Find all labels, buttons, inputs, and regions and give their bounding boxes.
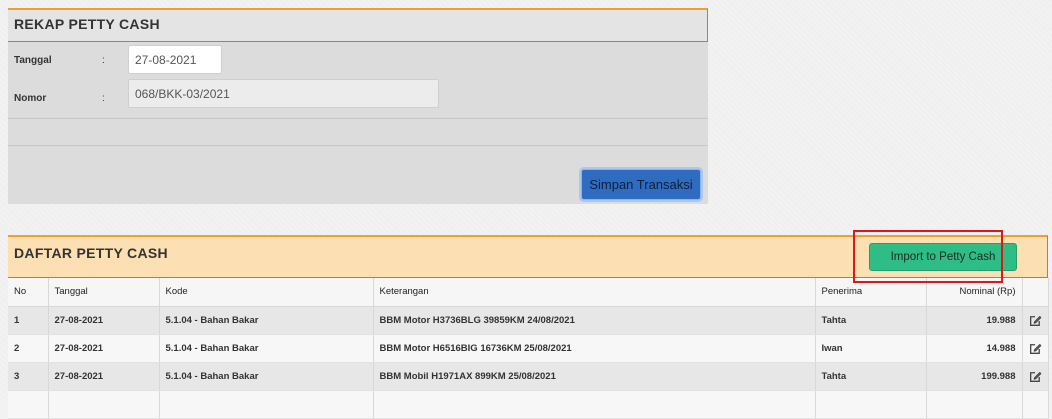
nomor-row: Nomor : xyxy=(8,79,708,117)
rekap-title: REKAP PETTY CASH xyxy=(14,16,160,32)
table-header-row: No Tanggal Kode Keterangan Penerima Nomi… xyxy=(8,278,1049,307)
nomor-input[interactable] xyxy=(128,79,439,108)
table-row: 3 27-08-2021 5.1.04 - Bahan Bakar BBM Mo… xyxy=(8,362,1049,391)
cell-no: 2 xyxy=(8,334,49,363)
divider xyxy=(8,118,708,119)
cell-penerima: Iwan xyxy=(815,334,927,363)
cell-no: 3 xyxy=(8,362,49,391)
edit-icon[interactable] xyxy=(1029,370,1042,383)
cell-kode: 5.1.04 - Bahan Bakar xyxy=(159,306,374,335)
cell-keterangan: BBM Motor H6516BIG 16736KM 25/08/2021 xyxy=(373,334,816,363)
cell-tanggal: 27-08-2021 xyxy=(48,334,160,363)
cell-nominal: 199.988 xyxy=(926,362,1023,391)
cell-action xyxy=(1022,306,1049,335)
col-nominal[interactable]: Nominal (Rp) xyxy=(926,278,1023,307)
col-kode[interactable]: Kode xyxy=(159,278,374,307)
cell-keterangan: BBM Mobil H1971AX 899KM 25/08/2021 xyxy=(373,362,816,391)
cell-penerima: Tahta xyxy=(815,306,927,335)
cell-action xyxy=(1022,362,1049,391)
edit-icon[interactable] xyxy=(1029,314,1042,327)
table-row: 2 27-08-2021 5.1.04 - Bahan Bakar BBM Mo… xyxy=(8,334,1049,363)
col-keterangan[interactable]: Keterangan xyxy=(373,278,816,307)
cell-penerima: Tahta xyxy=(815,362,927,391)
col-tanggal[interactable]: Tanggal xyxy=(48,278,160,307)
petty-cash-table: No Tanggal Kode Keterangan Penerima Nomi… xyxy=(8,278,1049,419)
daftar-panel: DAFTAR PETTY CASH Import to Petty Cash N… xyxy=(8,230,1049,419)
cell-keterangan: BBM Motor H3736BLG 39859KM 24/08/2021 xyxy=(373,306,816,335)
divider xyxy=(8,145,708,146)
nomor-colon: : xyxy=(102,93,105,104)
rekap-panel: REKAP PETTY CASH Tanggal : Nomor : Simpa… xyxy=(8,8,708,204)
cell-action xyxy=(1022,334,1049,363)
cell-tanggal: 27-08-2021 xyxy=(48,362,160,391)
tanggal-colon: : xyxy=(102,55,105,66)
tanggal-label: Tanggal xyxy=(14,55,52,66)
cell-no: 1 xyxy=(8,306,49,335)
cell-kode: 5.1.04 - Bahan Bakar xyxy=(159,362,374,391)
col-no[interactable]: No xyxy=(8,278,49,307)
cell-nominal: 19.988 xyxy=(926,306,1023,335)
cell-kode: 5.1.04 - Bahan Bakar xyxy=(159,334,374,363)
rekap-header: REKAP PETTY CASH xyxy=(8,8,708,42)
tanggal-row: Tanggal : xyxy=(8,42,708,79)
table-row xyxy=(8,390,1049,419)
simpan-transaksi-button[interactable]: Simpan Transaksi xyxy=(581,169,701,200)
cell-nominal: 14.988 xyxy=(926,334,1023,363)
edit-icon[interactable] xyxy=(1029,342,1042,355)
tanggal-input[interactable] xyxy=(128,45,222,74)
table-row: 1 27-08-2021 5.1.04 - Bahan Bakar BBM Mo… xyxy=(8,306,1049,335)
nomor-label: Nomor xyxy=(14,93,47,104)
import-petty-cash-button[interactable]: Import to Petty Cash xyxy=(869,243,1017,271)
cell-tanggal: 27-08-2021 xyxy=(48,306,160,335)
col-action xyxy=(1022,278,1049,307)
col-penerima[interactable]: Penerima xyxy=(815,278,927,307)
